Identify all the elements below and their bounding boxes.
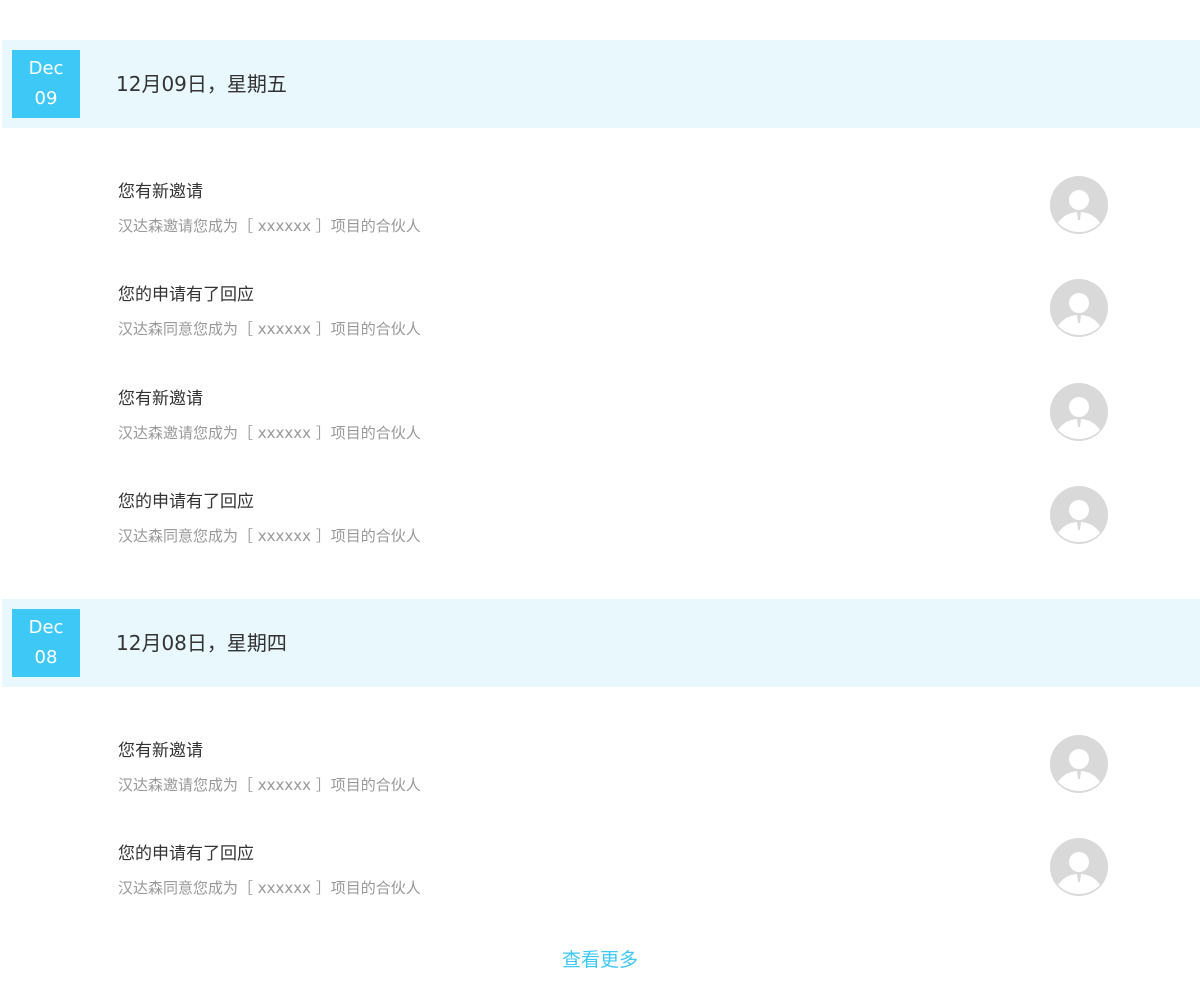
notification-desc: 汉达森邀请您成为［ xxxxxx ］项目的合伙人 [118, 424, 421, 442]
notification-desc: 汉达森同意您成为［ xxxxxx ］项目的合伙人 [118, 320, 421, 338]
notification-desc: 汉达森同意您成为［ xxxxxx ］项目的合伙人 [118, 527, 421, 545]
notification-title: 您的申请有了回应 [118, 285, 254, 305]
notification-title: 您有新邀请 [118, 741, 203, 761]
user-avatar-icon[interactable] [1050, 383, 1108, 441]
notification-title: 您有新邀请 [118, 182, 203, 202]
day-title: 12月08日，星期四 [116, 631, 287, 655]
view-more-link[interactable]: 查看更多 [0, 945, 1200, 975]
notification-title: 您有新邀请 [118, 389, 203, 409]
notification-desc: 汉达森同意您成为［ xxxxxx ］项目的合伙人 [118, 879, 421, 897]
notification-item[interactable]: 您有新邀请 汉达森邀请您成为［ xxxxxx ］项目的合伙人 [0, 735, 1200, 825]
date-badge-day: 08 [34, 647, 58, 668]
user-avatar-icon[interactable] [1050, 279, 1108, 337]
notification-title: 您的申请有了回应 [118, 844, 254, 864]
notification-item[interactable]: 您有新邀请 汉达森邀请您成为［ xxxxxx ］项目的合伙人 [0, 383, 1200, 473]
notification-title: 您的申请有了回应 [118, 492, 254, 512]
notification-desc: 汉达森邀请您成为［ xxxxxx ］项目的合伙人 [118, 217, 421, 235]
notification-item[interactable]: 您有新邀请 汉达森邀请您成为［ xxxxxx ］项目的合伙人 [0, 176, 1200, 266]
user-avatar-icon[interactable] [1050, 735, 1108, 793]
day-title: 12月09日，星期五 [116, 72, 287, 96]
date-badge-day: 09 [34, 88, 58, 109]
day-header: Dec 08 12月08日，星期四 [2, 599, 1200, 687]
user-avatar-icon[interactable] [1050, 176, 1108, 234]
day-group: Dec 09 12月09日，星期五 您有新邀请 汉达森邀请您成为［ xxxxxx… [0, 40, 1200, 560]
date-badge-month: Dec [28, 58, 64, 79]
user-avatar-icon[interactable] [1050, 838, 1108, 896]
notification-desc: 汉达森邀请您成为［ xxxxxx ］项目的合伙人 [118, 776, 421, 794]
day-header: Dec 09 12月09日，星期五 [2, 40, 1200, 128]
notification-page: Dec 09 12月09日，星期五 您有新邀请 汉达森邀请您成为［ xxxxxx… [0, 0, 1200, 1006]
notification-item[interactable]: 您的申请有了回应 汉达森同意您成为［ xxxxxx ］项目的合伙人 [0, 838, 1200, 928]
notification-item[interactable]: 您的申请有了回应 汉达森同意您成为［ xxxxxx ］项目的合伙人 [0, 279, 1200, 369]
date-badge: Dec 08 [12, 609, 80, 677]
day-group: Dec 08 12月08日，星期四 您有新邀请 汉达森邀请您成为［ xxxxxx… [0, 599, 1200, 919]
date-badge: Dec 09 [12, 50, 80, 118]
user-avatar-icon[interactable] [1050, 486, 1108, 544]
date-badge-month: Dec [28, 617, 64, 638]
notification-item[interactable]: 您的申请有了回应 汉达森同意您成为［ xxxxxx ］项目的合伙人 [0, 486, 1200, 576]
